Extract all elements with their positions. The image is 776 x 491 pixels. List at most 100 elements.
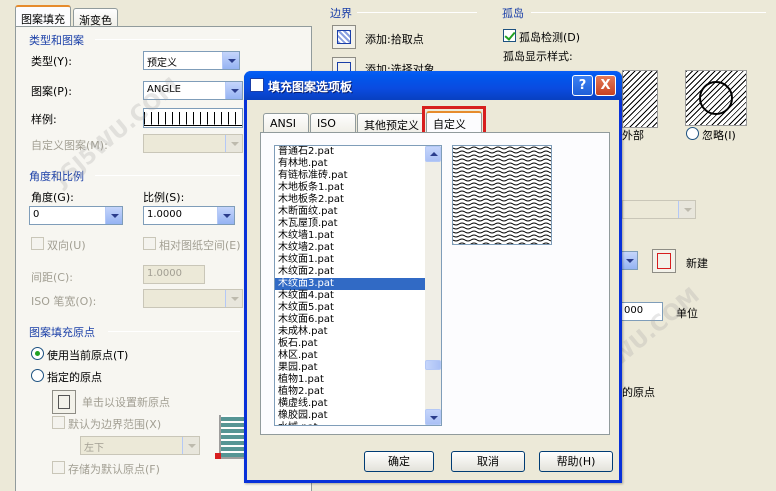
object-type-select[interactable] [622, 200, 696, 219]
tab-hatch[interactable]: 图案填充 [15, 5, 71, 27]
island-detection-checkbox[interactable] [503, 29, 516, 42]
ignore-style-radio[interactable] [686, 127, 699, 140]
pick-points-label: 添加:拾取点 [365, 33, 424, 46]
tab-gradient[interactable]: 渐变色 [73, 8, 118, 27]
store-default-label: 存储为默认原点(F) [68, 463, 160, 476]
boundary-set-select[interactable] [620, 251, 638, 270]
type-label: 类型(Y): [31, 55, 73, 68]
list-item[interactable]: 有林地.pat [275, 158, 441, 170]
list-item[interactable]: 植物2.pat [275, 386, 441, 398]
chevron-down-icon [182, 437, 199, 454]
app-icon [250, 78, 264, 92]
ok-button[interactable]: 确定 [364, 451, 434, 472]
pick-point-icon [58, 395, 70, 409]
set-origin-button[interactable] [52, 390, 76, 414]
scale-value: 1.0000 [147, 209, 182, 220]
chevron-down-icon [222, 52, 239, 69]
type-select[interactable]: 预定义 [143, 51, 240, 70]
hatch-palette-dialog: 填充图案选项板 ? X ANSI ISO 其他预定义 自定义 普通石2.pat 有… [244, 71, 622, 483]
pattern-preview [452, 145, 552, 245]
list-item[interactable]: 木纹面6.pat [275, 314, 441, 326]
scroll-thumb[interactable] [425, 360, 441, 370]
pattern-list[interactable]: 普通石2.pat 有林地.pat 有链标准砖.pat 木地板条1.pat 木地板条2.p… [274, 145, 442, 426]
scale-select[interactable]: 1.0000 [143, 206, 235, 225]
list-item[interactable]: 木纹墙1.pat [275, 230, 441, 242]
spacing-label: 间距(C): [31, 271, 73, 284]
swatch-preview[interactable] [143, 108, 243, 128]
list-item[interactable]: 有链标准砖.pat [275, 170, 441, 182]
store-default-checkbox[interactable] [52, 461, 65, 474]
list-item[interactable]: 水域.pat [275, 422, 441, 425]
list-item[interactable]: 木纹面5.pat [275, 302, 441, 314]
list-item[interactable]: 木瓦屋顶.pat [275, 218, 441, 230]
type-value: 预定义 [147, 58, 177, 69]
origin-marker-icon [215, 453, 221, 459]
angle-value: 0 [33, 209, 40, 220]
list-item[interactable]: 橡胶园.pat [275, 410, 441, 422]
gap-tolerance-value: 000 [624, 305, 644, 316]
main-tab-strip: 图案填充 渐变色 [15, 5, 315, 27]
relative-paper-checkbox[interactable] [143, 237, 156, 250]
select-objects-button[interactable] [332, 57, 356, 72]
angle-select[interactable]: 0 [29, 206, 123, 225]
custom-pattern-label: 自定义图案(M): [31, 139, 108, 152]
tab-ansi[interactable]: ANSI [263, 113, 309, 132]
divider [108, 331, 240, 332]
help-caption-button[interactable]: ? [572, 75, 593, 96]
list-item[interactable]: 果园.pat [275, 362, 441, 374]
specified-origin-radio[interactable] [31, 369, 44, 382]
outer-style-preview[interactable] [622, 70, 658, 128]
list-item[interactable]: 木纹面4.pat [275, 290, 441, 302]
pick-points-icon [337, 30, 351, 44]
use-current-origin-radio[interactable] [31, 347, 44, 360]
gap-tolerance-input[interactable]: 000 [620, 302, 663, 321]
spacing-input[interactable]: 1.0000 [143, 265, 205, 284]
spacing-value: 1.0000 [147, 268, 182, 279]
help-button[interactable]: 帮助(H) [539, 451, 613, 472]
double-checkbox[interactable] [31, 237, 44, 250]
list-item[interactable]: 普通石2.pat [275, 146, 441, 158]
list-item[interactable]: 横虚线.pat [275, 398, 441, 410]
origin-preview-icon [219, 415, 245, 459]
list-item[interactable]: 植物1.pat [275, 374, 441, 386]
pick-points-button[interactable] [332, 25, 356, 49]
chevron-down-icon [430, 416, 438, 420]
new-boundary-set-button[interactable] [652, 249, 676, 273]
divider [95, 175, 240, 176]
list-item[interactable]: 木纹面3.pat [275, 278, 441, 290]
new-boundary-set-label: 新建 [686, 257, 708, 270]
chevron-down-icon [225, 135, 242, 152]
list-item[interactable]: 林区.pat [275, 350, 441, 362]
list-item[interactable]: 板石.pat [275, 338, 441, 350]
scroll-up-button[interactable] [425, 146, 441, 162]
list-item[interactable]: 未成林.pat [275, 326, 441, 338]
default-extents-checkbox[interactable] [52, 416, 65, 429]
angle-scale-group-title: 角度和比例 [29, 170, 84, 183]
position-select[interactable]: 左下 [80, 436, 200, 455]
list-item[interactable]: 木纹墙2.pat [275, 242, 441, 254]
list-item[interactable]: 木地板条1.pat [275, 182, 441, 194]
divider [531, 12, 766, 13]
close-button[interactable]: X [595, 75, 616, 96]
chevron-down-icon [105, 207, 122, 224]
pattern-select[interactable]: ANGLE [143, 81, 243, 100]
boundaries-group-title: 边界 [330, 7, 352, 20]
tab-iso[interactable]: ISO [310, 113, 356, 132]
scrollbar[interactable] [425, 146, 441, 425]
list-item[interactable]: 木纹面1.pat [275, 254, 441, 266]
list-item[interactable]: 木纹面2.pat [275, 266, 441, 278]
unit-label: 单位 [676, 307, 698, 320]
custom-pattern-select[interactable] [143, 134, 243, 153]
tab-other[interactable]: 其他预定义 [357, 113, 425, 132]
select-objects-label: 添加:选择对象 [365, 63, 435, 71]
ignore-style-preview[interactable] [685, 70, 747, 126]
list-item[interactable]: 木地板条2.pat [275, 194, 441, 206]
iso-pen-select[interactable] [143, 289, 243, 308]
list-item[interactable]: 木断面纹.pat [275, 206, 441, 218]
pentagon-icon [699, 81, 733, 115]
dialog-titlebar: 填充图案选项板 ? X [244, 71, 622, 100]
cancel-button[interactable]: 取消 [451, 451, 525, 472]
specified-origin-label: 指定的原点 [47, 371, 102, 384]
scroll-down-button[interactable] [425, 409, 441, 425]
chevron-down-icon [217, 207, 234, 224]
